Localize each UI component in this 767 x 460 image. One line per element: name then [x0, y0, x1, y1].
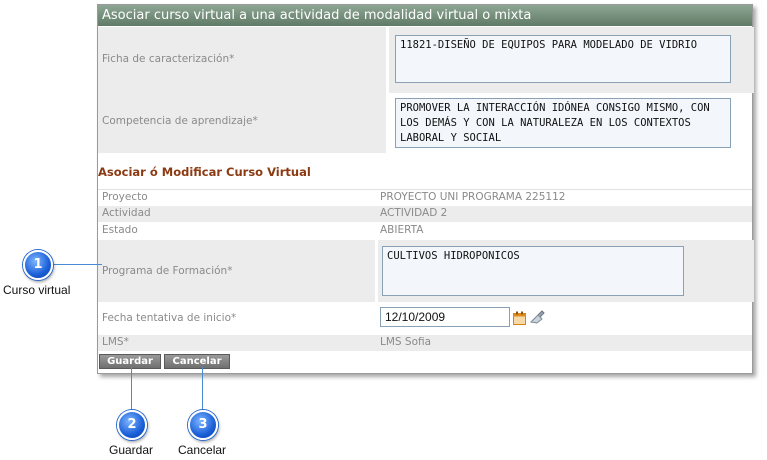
ficha-label: Ficha de caracterización* — [102, 53, 235, 65]
callout-3-line — [202, 367, 203, 411]
guardar-button[interactable]: Guardar — [99, 354, 161, 369]
callout-3-label: Cancelar — [178, 443, 227, 457]
callout-3-marker: 3 — [188, 410, 218, 440]
dialog-panel: Asociar curso virtual a una actividad de… — [97, 4, 754, 374]
proyecto-label: Proyecto — [102, 191, 148, 203]
fecha-row: Fecha tentativa de inicio* 12/10/2009 — [98, 303, 752, 333]
estado-value: ABIERTA — [380, 224, 424, 236]
proyecto-row: Proyecto PROYECTO UNI PROGRAMA 225112 — [98, 189, 752, 205]
callout-2-label: Guardar — [109, 443, 154, 457]
calendar-icon[interactable] — [513, 310, 526, 325]
ficha-field[interactable]: 11821-DISEÑO DE EQUIPOS PARA MODELADO DE… — [395, 35, 731, 83]
callout-1-line — [52, 264, 102, 265]
estado-row: Estado ABIERTA — [98, 223, 752, 239]
fecha-input[interactable]: 12/10/2009 — [380, 307, 510, 327]
lms-row: LMS* LMS Sofia — [98, 335, 752, 351]
programa-row: Programa de Formación* CULTIVOS HIDROPON… — [98, 240, 754, 302]
actividad-label: Actividad — [102, 207, 151, 219]
actividad-value: ACTIVIDAD 2 — [380, 207, 448, 219]
callout-2-line — [131, 367, 132, 411]
proyecto-value: PROYECTO UNI PROGRAMA 225112 — [380, 191, 566, 203]
competencia-label: Competencia de aprendizaje* — [102, 115, 258, 127]
fecha-label: Fecha tentativa de inicio* — [102, 312, 237, 324]
estado-label: Estado — [102, 224, 138, 236]
competencia-row: Competencia de aprendizaje* PROMOVER LA … — [98, 91, 752, 153]
cancelar-button[interactable]: Cancelar — [164, 354, 230, 369]
lms-label: LMS* — [102, 336, 129, 348]
programa-field[interactable]: CULTIVOS HIDROPONICOS — [382, 246, 684, 296]
actividad-row: Actividad ACTIVIDAD 2 — [98, 206, 752, 222]
dialog-title: Asociar curso virtual a una actividad de… — [98, 5, 752, 26]
lms-value: LMS Sofia — [380, 336, 432, 348]
ficha-row: Ficha de caracterización* 11821-DISEÑO D… — [98, 27, 754, 93]
callout-1-marker: 1 — [23, 250, 53, 280]
clear-icon[interactable] — [529, 309, 545, 324]
programa-label: Programa de Formación* — [102, 265, 233, 277]
competencia-field[interactable]: PROMOVER LA INTERACCIÓN IDÓNEA CONSIGO M… — [395, 98, 731, 148]
section-title: Asociar ó Modificar Curso Virtual — [98, 165, 311, 179]
callout-1-label: Curso virtual — [3, 283, 71, 297]
callout-2-marker: 2 — [117, 410, 147, 440]
